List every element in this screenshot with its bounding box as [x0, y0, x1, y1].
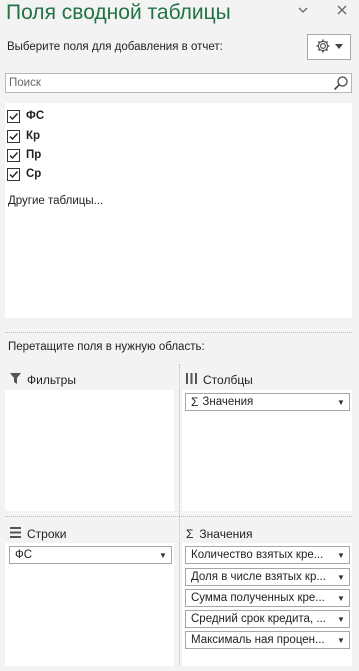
values-area-label: Значения: [199, 527, 253, 541]
columns-area-label: Столбцы: [203, 373, 253, 387]
checkbox[interactable]: [7, 167, 20, 181]
field-label: Кр: [26, 130, 41, 142]
values-item[interactable]: Доля в числе взятых кр... ▼: [185, 568, 350, 586]
values-item[interactable]: Количество взятых кре... ▼: [185, 546, 350, 564]
field-item-pr[interactable]: Пр: [7, 147, 41, 163]
chip-label: Значения: [202, 396, 254, 408]
chip-label: Сумма полученных кре...: [191, 592, 325, 604]
dropdown-arrow-icon[interactable]: ▼: [333, 551, 349, 560]
search-icon[interactable]: [333, 75, 349, 94]
rows-area-header: Строки: [10, 527, 66, 541]
area-splitter-horizontal: [5, 516, 352, 517]
filters-drop-zone[interactable]: [5, 390, 174, 511]
chip-label: Средний срок кредита, ...: [191, 613, 326, 625]
search-input[interactable]: [6, 74, 326, 92]
dropdown-arrow-icon[interactable]: ▼: [333, 615, 349, 624]
rows-item-fs[interactable]: ФС ▼: [9, 546, 172, 564]
dropdown-arrow-icon[interactable]: ▼: [333, 573, 349, 582]
dropdown-arrow-icon[interactable]: ▼: [333, 398, 349, 407]
choose-fields-hint: Выберите поля для добавления в отчет:: [7, 41, 223, 53]
chip-label: Доля в числе взятых кр...: [191, 571, 326, 583]
divider: [5, 332, 352, 333]
field-label: Ср: [26, 168, 42, 180]
filters-area-label: Фильтры: [27, 373, 76, 387]
chip-label: Количество взятых кре...: [191, 549, 324, 561]
drag-fields-hint: Перетащите поля в нужную область:: [8, 341, 205, 353]
checkbox[interactable]: [7, 109, 20, 123]
filters-area-header: Фильтры: [10, 373, 76, 387]
field-item-sr[interactable]: Ср: [7, 166, 41, 182]
search-box: [5, 73, 352, 93]
field-item-kr[interactable]: Кр: [7, 128, 40, 144]
field-list: ФС Кр Пр Ср Другие таблицы...: [5, 103, 352, 318]
sigma-icon: Σ: [191, 395, 199, 409]
values-item[interactable]: Средний срок кредита, ... ▼: [185, 610, 350, 628]
values-item[interactable]: Максималь ная процен... ▼: [185, 631, 350, 649]
field-label: ФС: [26, 110, 45, 122]
columns-item-values[interactable]: Σ Значения ▼: [185, 393, 350, 411]
checkbox[interactable]: [7, 148, 20, 162]
rows-area-label: Строки: [27, 527, 67, 541]
field-item-fs[interactable]: ФС: [7, 108, 44, 124]
field-label: Пр: [26, 149, 42, 161]
checkbox[interactable]: [7, 129, 20, 143]
sigma-icon: Σ: [186, 527, 194, 541]
pane-title: Поля сводной таблицы: [6, 1, 231, 24]
columns-icon: [186, 373, 197, 387]
filter-icon: [10, 373, 21, 387]
chevron-down-icon: [335, 41, 343, 53]
dropdown-arrow-icon[interactable]: ▼: [333, 636, 349, 645]
dropdown-arrow-icon[interactable]: ▼: [155, 551, 171, 560]
pane-options-chevron-icon[interactable]: [295, 3, 311, 19]
dropdown-arrow-icon[interactable]: ▼: [333, 594, 349, 603]
columns-area-header: Столбцы: [186, 373, 253, 387]
area-splitter-vertical: [179, 364, 180, 666]
values-area-header: Σ Значения: [186, 527, 252, 541]
rows-icon: [10, 527, 21, 541]
tools-button[interactable]: [307, 34, 351, 60]
gear-icon: [315, 38, 331, 57]
other-tables-link[interactable]: Другие таблицы...: [8, 195, 103, 207]
chip-label: ФС: [15, 549, 33, 561]
close-icon[interactable]: [334, 3, 350, 19]
chip-label: Максималь ная процен...: [191, 634, 325, 646]
values-item[interactable]: Сумма полученных кре... ▼: [185, 589, 350, 607]
